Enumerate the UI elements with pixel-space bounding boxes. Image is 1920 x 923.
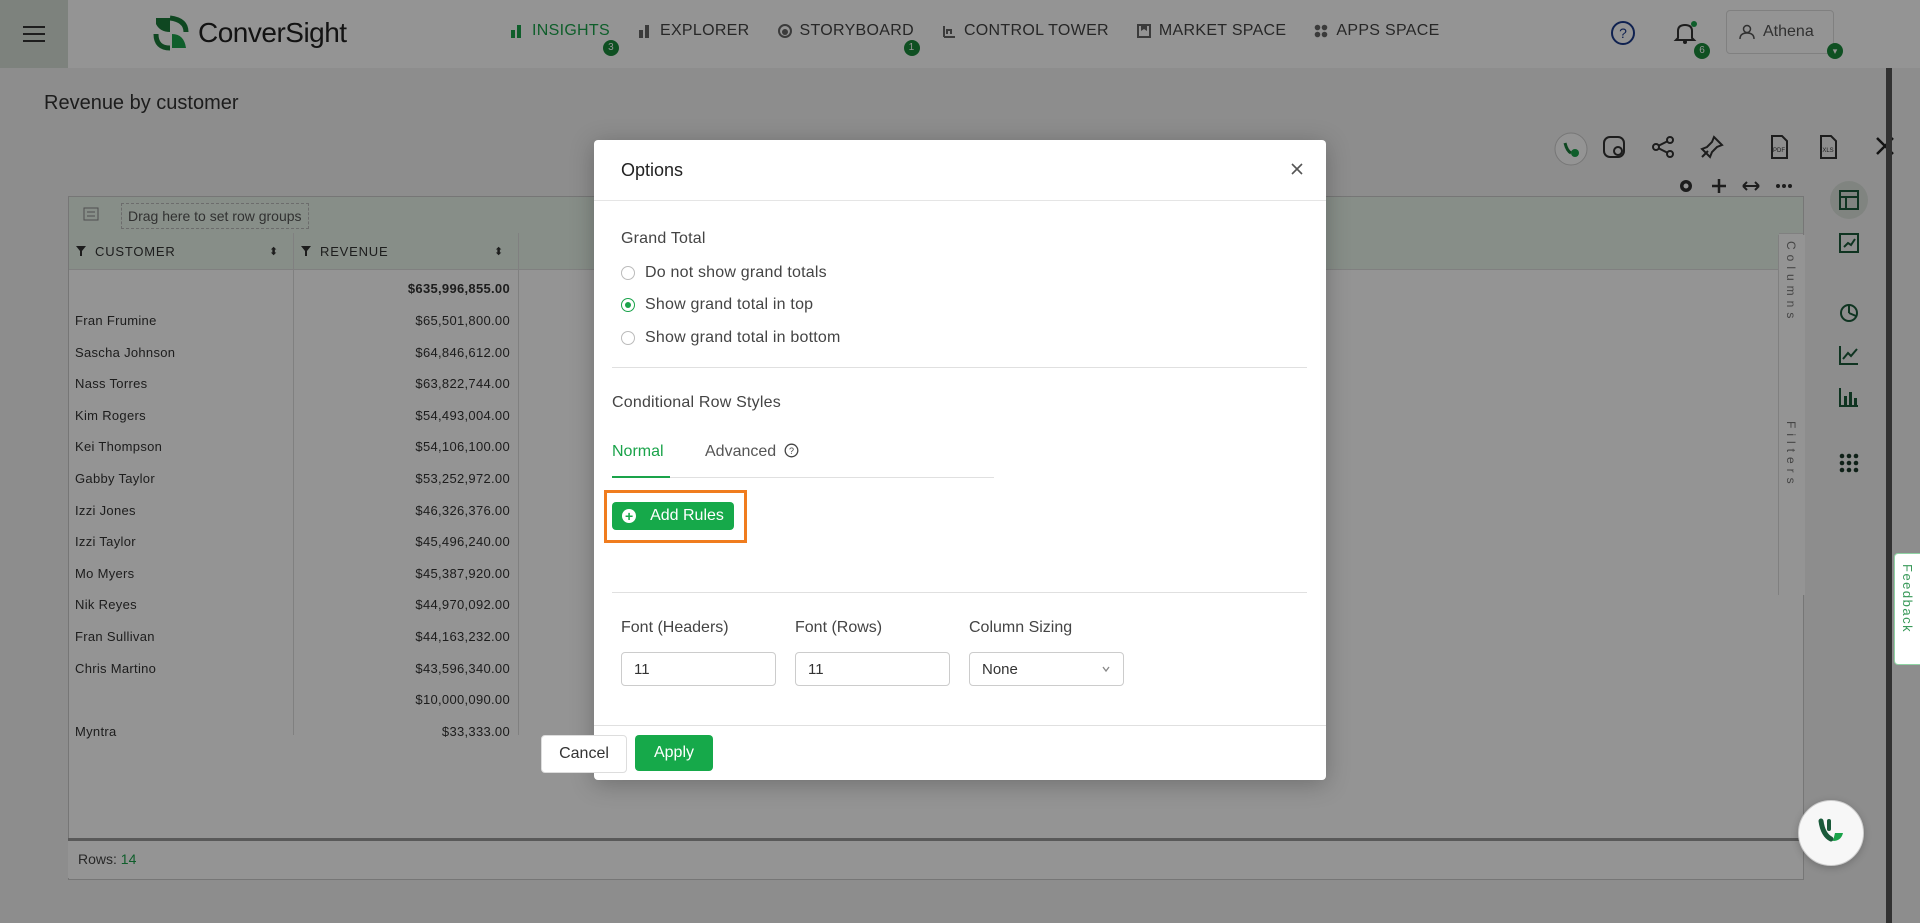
font-headers-label: Font (Headers) bbox=[621, 619, 729, 636]
section-divider bbox=[612, 592, 1307, 593]
svg-text:?: ? bbox=[789, 446, 794, 456]
chevron-down-icon bbox=[1102, 666, 1110, 673]
radio-label: Do not show grand totals bbox=[645, 264, 827, 281]
radio-button[interactable] bbox=[621, 331, 635, 345]
column-sizing-select[interactable]: None bbox=[969, 652, 1124, 686]
add-rules-label: Add Rules bbox=[650, 507, 724, 524]
apply-button[interactable]: Apply bbox=[635, 735, 713, 771]
radio-button-selected[interactable] bbox=[621, 298, 635, 312]
font-rows-label: Font (Rows) bbox=[795, 619, 883, 636]
tab-advanced-label: Advanced bbox=[705, 443, 777, 460]
font-headers-input[interactable] bbox=[621, 652, 776, 686]
footer-divider bbox=[594, 725, 1326, 726]
radio-show-grand-total-bottom[interactable]: Show grand total in bottom bbox=[621, 329, 841, 347]
assistant-button[interactable] bbox=[1798, 800, 1864, 866]
dialog-title: Options bbox=[621, 160, 684, 180]
section-divider bbox=[612, 367, 1307, 368]
help-circle-icon[interactable]: ? bbox=[784, 443, 799, 458]
radio-show-grand-total-top[interactable]: Show grand total in top bbox=[621, 296, 813, 314]
active-tab-indicator bbox=[612, 476, 670, 478]
feedback-label: Feedback bbox=[1900, 564, 1915, 634]
options-dialog: Options Grand Total Do not show grand to… bbox=[594, 140, 1326, 780]
radio-button[interactable] bbox=[621, 266, 635, 280]
assistant-icon bbox=[1818, 818, 1843, 842]
plus-circle-icon: + bbox=[622, 509, 637, 523]
add-rules-button[interactable]: + Add Rules bbox=[612, 502, 734, 530]
close-icon[interactable] bbox=[1286, 158, 1308, 180]
feedback-tab[interactable]: Feedback bbox=[1894, 553, 1920, 665]
radio-label: Show grand total in top bbox=[645, 296, 814, 313]
conditional-row-styles-label: Conditional Row Styles bbox=[612, 394, 781, 411]
tab-advanced[interactable]: Advanced ? bbox=[705, 443, 799, 461]
column-sizing-value: None bbox=[982, 660, 1018, 678]
font-rows-input[interactable] bbox=[795, 652, 950, 686]
tab-normal[interactable]: Normal bbox=[612, 443, 664, 461]
radio-label: Show grand total in bottom bbox=[645, 329, 841, 346]
grand-total-label: Grand Total bbox=[621, 230, 706, 247]
cancel-button[interactable]: Cancel bbox=[541, 735, 627, 773]
dialog-header: Options bbox=[594, 140, 1326, 201]
column-sizing-label: Column Sizing bbox=[969, 619, 1073, 636]
radio-do-not-show-grand-totals[interactable]: Do not show grand totals bbox=[621, 264, 827, 282]
